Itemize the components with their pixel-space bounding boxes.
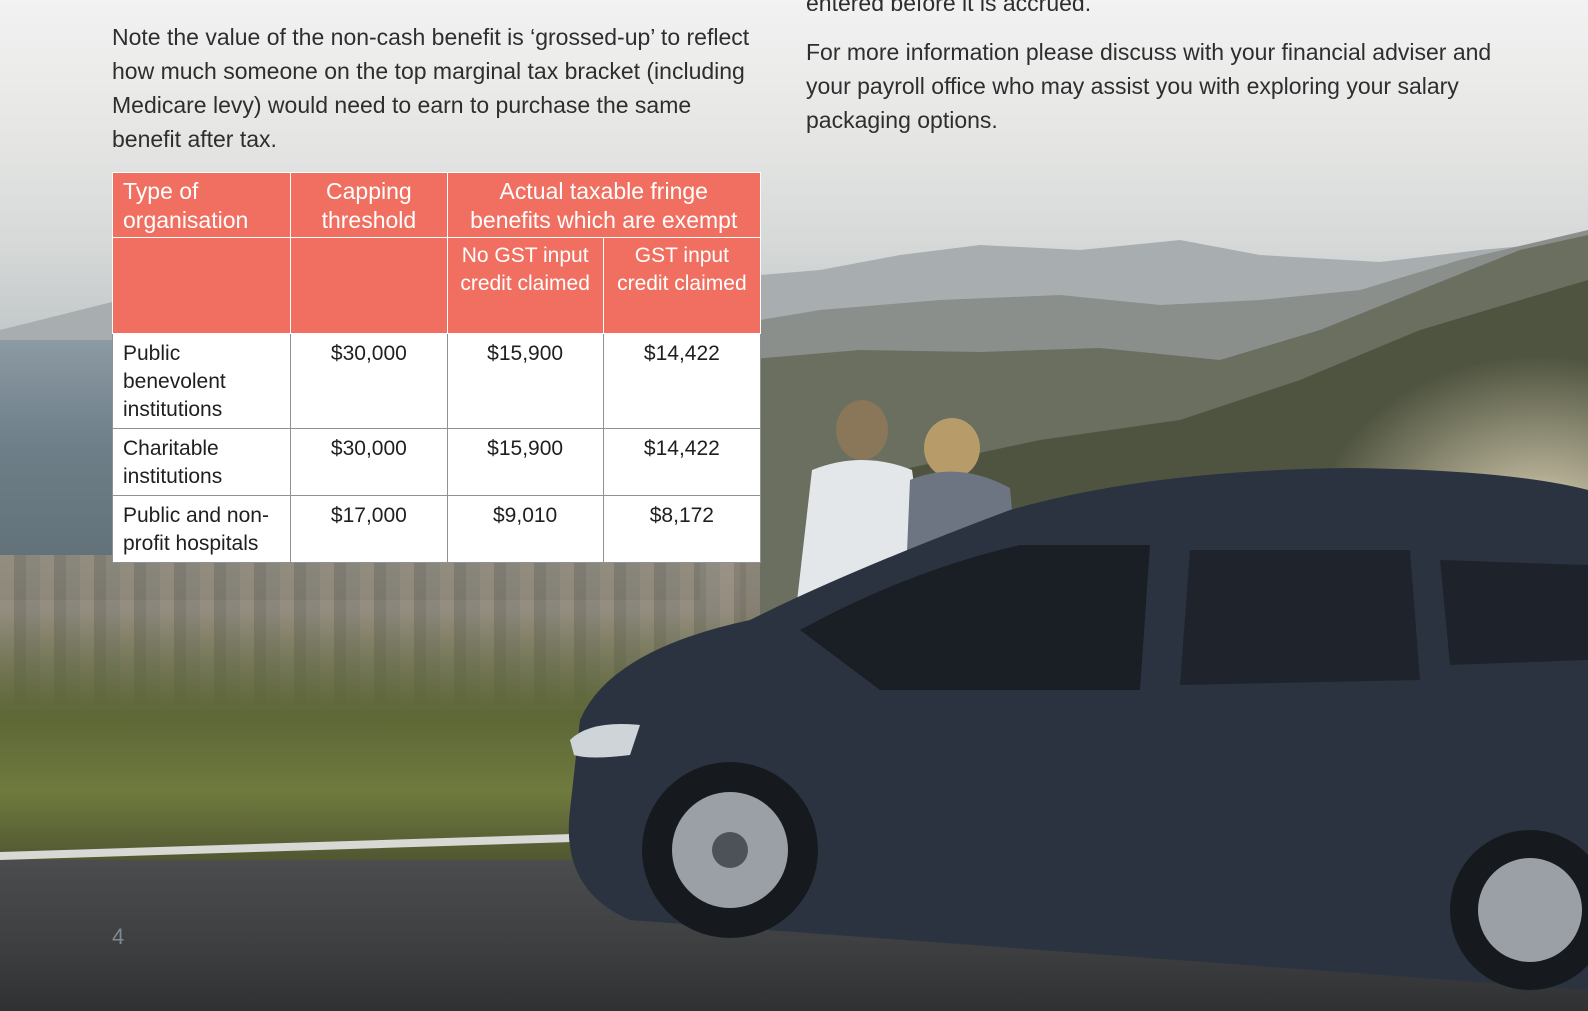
organisation-cell: Public and non-profit hospitals xyxy=(111,495,292,563)
partial-paragraph: entered before it is accrued. xyxy=(806,0,1092,16)
header-blank-1 xyxy=(111,237,292,334)
threshold-cell: $17,000 xyxy=(290,495,448,563)
header-blank-2 xyxy=(290,237,448,334)
header-no-gst: No GST input credit claimed xyxy=(446,237,604,334)
gst-cell: $14,422 xyxy=(602,333,762,429)
organisation-cell: Charitable institutions xyxy=(111,428,292,496)
table-subheader-row: No GST input credit claimed GST input cr… xyxy=(111,237,762,334)
threshold-cell: $30,000 xyxy=(290,428,448,496)
page-number: 4 xyxy=(112,924,125,949)
header-type-of-organisation: Type of organisation xyxy=(111,172,292,238)
gst-cell: $14,422 xyxy=(602,428,762,496)
no-gst-cell: $15,900 xyxy=(446,333,604,429)
header-actual-taxable-fringe-benefits: Actual taxable fringe benefits which are… xyxy=(446,172,761,238)
threshold-cell: $30,000 xyxy=(290,333,448,429)
capping-threshold-table: Type of organisation Capping threshold A… xyxy=(111,172,762,563)
table-row: Public benevolent institutions $30,000 $… xyxy=(111,333,762,429)
gst-cell: $8,172 xyxy=(602,495,762,563)
table-row: Public and non-profit hospitals $17,000 … xyxy=(111,495,762,563)
organisation-cell: Public benevolent institutions xyxy=(111,333,292,429)
header-gst: GST input credit claimed xyxy=(602,237,762,334)
table-header-row: Type of organisation Capping threshold A… xyxy=(111,172,761,238)
more-information-paragraph: For more information please discuss with… xyxy=(806,39,1492,133)
table-row: Charitable institutions $30,000 $15,900 … xyxy=(111,428,762,496)
header-capping-threshold: Capping threshold xyxy=(290,172,448,238)
no-gst-cell: $15,900 xyxy=(446,428,604,496)
no-gst-cell: $9,010 xyxy=(446,495,604,563)
grossed-up-note: Note the value of the non-cash benefit i… xyxy=(112,24,750,152)
